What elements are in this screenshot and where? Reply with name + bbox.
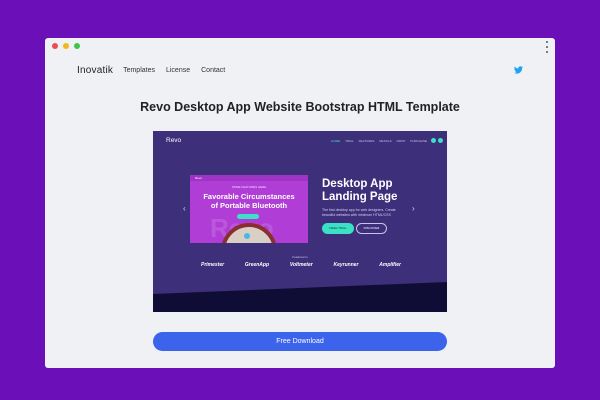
- kebab-menu-icon[interactable]: [545, 41, 549, 53]
- preview-partner-logo: Primester: [201, 262, 225, 268]
- preview-card-title-line: Favorable Circumstances: [203, 192, 295, 201]
- minimize-dot-icon[interactable]: [63, 43, 69, 49]
- close-dot-icon[interactable]: [52, 43, 58, 49]
- maximize-dot-icon[interactable]: [74, 43, 80, 49]
- preview-free-trial-button: FREE TRIAL: [322, 223, 354, 234]
- preview-social-icon: [438, 138, 443, 143]
- preview-partner-logo: GreenApp: [244, 262, 270, 268]
- nav-link-contact[interactable]: Contact: [201, 67, 225, 74]
- preview-menu-item: TRIAL: [345, 139, 354, 143]
- page-title: Revo Desktop App Website Bootstrap HTML …: [140, 100, 460, 114]
- preview-partner-logo: Amplifier: [379, 262, 401, 268]
- preview-card-brand: Revo: [195, 176, 203, 180]
- preview-social-icon: [431, 138, 436, 143]
- navbar: Inovatik Templates License Contact: [77, 63, 523, 77]
- free-download-button[interactable]: Free Download: [153, 332, 447, 351]
- preview-logo: Revo: [166, 137, 182, 144]
- preview-partner-logo: Voltmeter: [289, 262, 313, 268]
- preview-discover-button: DISCOVER: [356, 223, 387, 234]
- preview-screenshot-card: Revo Revo SOME FEATURES HERE Favorable C…: [190, 175, 308, 243]
- preview-menu: HOME TRIAL FEATURES DETAILS DROP PURCHAS…: [331, 139, 427, 143]
- preview-card-title-line: of Portable Bluetooth: [210, 201, 288, 210]
- preview-menu-item: PURCHASE: [410, 139, 427, 143]
- preview-logo-strip: Primester GreenApp Voltmeter Keyrunner A…: [201, 262, 401, 268]
- preview-wheel-center: [244, 233, 250, 239]
- preview-menu-item: HOME: [331, 139, 341, 143]
- preview-card-small-text: SOME FEATURES HERE: [231, 185, 267, 189]
- nav-link-templates[interactable]: Templates: [123, 67, 155, 74]
- preview-description: The first desktop app for web designers.…: [322, 208, 396, 217]
- title-bar: [45, 38, 555, 54]
- preview-menu-item: FEATURES: [358, 139, 375, 143]
- preview-prev-arrow-icon: ‹: [183, 204, 186, 213]
- preview-headline-line: Desktop App: [322, 178, 393, 190]
- preview-card-button: [237, 214, 259, 219]
- preview-headline: Desktop App Landing Page: [322, 178, 397, 204]
- preview-menu-item: DROP: [396, 139, 406, 143]
- preview-card-bar: Revo: [190, 175, 308, 181]
- nav-link-license[interactable]: License: [166, 67, 190, 74]
- preview-partner-logo: Keyrunner: [333, 262, 359, 268]
- preview-card-title: Favorable Circumstances of Portable Blue…: [190, 192, 308, 210]
- preview-next-arrow-icon: ›: [412, 204, 415, 213]
- brand-logo[interactable]: Inovatik: [77, 65, 113, 76]
- template-preview-image[interactable]: Revo HOME TRIAL FEATURES DETAILS DROP PU…: [153, 131, 447, 312]
- preview-menu-item: DETAILS: [379, 139, 392, 143]
- preview-featured-label: Featured in: [292, 255, 308, 259]
- twitter-icon[interactable]: [514, 66, 523, 74]
- browser-window: Inovatik Templates License Contact Revo …: [45, 38, 555, 368]
- preview-headline-line: Landing Page: [322, 191, 398, 203]
- preview-wave-shape: [153, 282, 447, 312]
